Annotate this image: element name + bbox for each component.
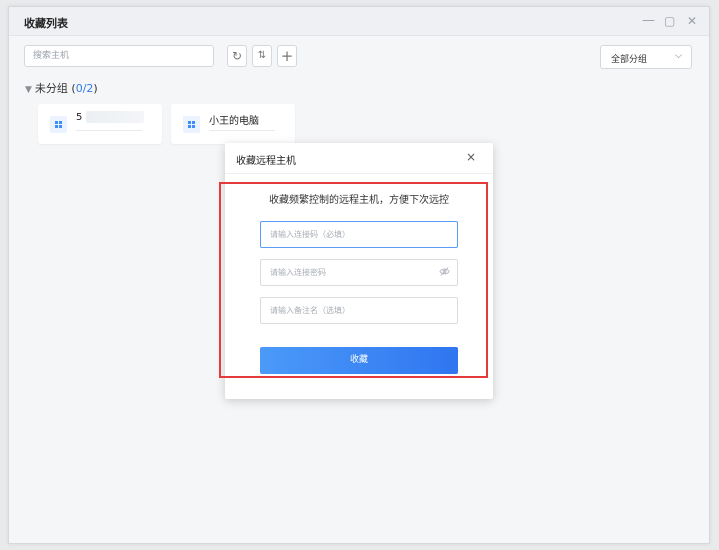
dialog-close-icon[interactable]: ×: [466, 150, 476, 164]
host-card[interactable]: 5: [38, 104, 162, 144]
highlight-box: [219, 182, 488, 378]
dialog-title: 收藏远程主机: [236, 156, 296, 167]
group-name: 未分组: [34, 82, 68, 95]
group-filter-select[interactable]: 全部分组 ⌵: [600, 45, 692, 69]
host-name: 5: [76, 112, 83, 123]
host-divider: [76, 130, 142, 131]
windows-icon: [183, 116, 200, 133]
group-header[interactable]: ▼ 未分组 (0/2): [25, 80, 98, 96]
plus-icon: +: [280, 47, 294, 65]
search-input[interactable]: [24, 45, 214, 67]
chevron-down-icon: ⌵: [675, 51, 682, 61]
group-filter-value: 全部分组: [611, 55, 648, 65]
group-count: 0/2: [75, 82, 94, 95]
collapse-triangle-icon: ▼: [25, 85, 32, 95]
sort-button[interactable]: ⇅: [252, 45, 272, 67]
host-card[interactable]: 小王的电脑: [171, 104, 295, 144]
maximize-button[interactable]: ▢: [664, 13, 675, 29]
dialog-divider: [225, 173, 493, 174]
windows-icon: [50, 116, 67, 133]
host-divider: [209, 130, 275, 131]
add-host-button[interactable]: +: [277, 45, 297, 67]
refresh-button[interactable]: ↻: [227, 45, 247, 67]
close-button[interactable]: ✕: [687, 13, 697, 29]
host-name: 小王的电脑: [209, 116, 259, 127]
redacted-host-name: [86, 111, 144, 123]
window-title: 收藏列表: [24, 17, 68, 30]
title-bar: 收藏列表 — ▢ ✕: [9, 7, 709, 36]
sort-icon: ⇅: [257, 50, 267, 61]
refresh-icon: ↻: [231, 49, 243, 63]
minimize-button[interactable]: —: [642, 13, 655, 29]
group-count-close: ): [93, 82, 98, 95]
